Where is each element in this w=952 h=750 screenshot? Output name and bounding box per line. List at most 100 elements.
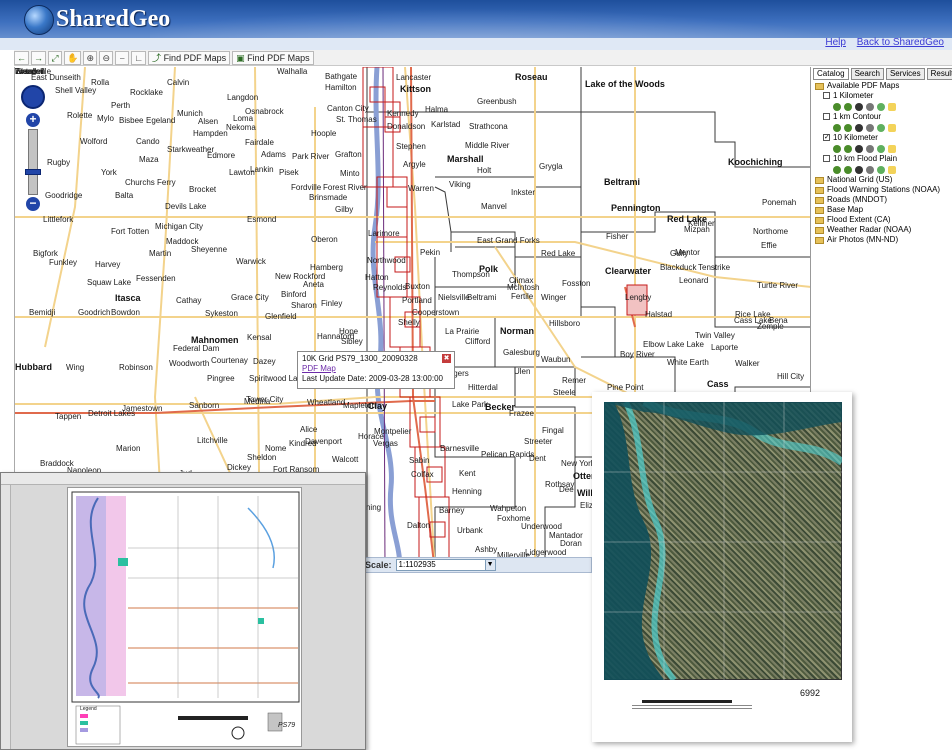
close-icon[interactable]: ✖	[442, 354, 451, 363]
move-down-icon[interactable]	[844, 123, 852, 132]
place-label: Shell Valley	[55, 86, 97, 95]
opacity-icon[interactable]	[855, 165, 863, 174]
place-label: Bathgate	[325, 72, 358, 81]
move-up-icon[interactable]	[833, 123, 841, 132]
move-down-icon[interactable]	[844, 102, 852, 111]
layer-checkbox[interactable]: ✓	[823, 134, 830, 141]
zoom-slider-handle[interactable]	[25, 169, 41, 175]
app-logo-text[interactable]: SharedGeo	[56, 6, 170, 33]
layer-folder[interactable]: Roads (MNDOT)	[811, 195, 952, 205]
place-label: Dickey	[227, 463, 252, 472]
move-down-icon[interactable]	[844, 165, 852, 174]
folder-label: Roads (MNDOT)	[827, 195, 888, 204]
zoom-in-button[interactable]: +	[26, 113, 40, 127]
panel-tabs: Catalog Search Services Results	[811, 67, 952, 81]
info-icon[interactable]	[888, 102, 896, 111]
move-down-icon[interactable]	[844, 144, 852, 153]
place-label: Brinsmade	[309, 193, 348, 202]
map-toolbar: ← → ⤢ ✋ ⊕ ⊖ ⎯ ∟ ⤴ Find PDF Maps ▣ Find P…	[14, 50, 952, 66]
move-up-icon[interactable]	[833, 165, 841, 174]
back-arrow-icon[interactable]: ←	[14, 50, 29, 65]
opacity-icon[interactable]	[855, 144, 863, 153]
layer-folder[interactable]: National Grid (US)	[811, 175, 952, 185]
place-label: Nome	[265, 444, 287, 453]
pan-control-icon[interactable]	[21, 85, 45, 109]
layer-folder[interactable]: Flood Extent (CA)	[811, 215, 952, 225]
pan-hand-icon[interactable]: ✋	[64, 50, 82, 65]
place-label: Sibley	[341, 337, 363, 346]
layer-folder[interactable]: Weather Radar (NOAA)	[811, 225, 952, 235]
place-label: Hill City	[777, 372, 805, 381]
folder-list: National Grid (US) Flood Warning Stations…	[811, 175, 952, 245]
tab-catalog[interactable]: Catalog	[813, 68, 849, 80]
back-to-sharedgeo-link[interactable]: Back to SharedGeo	[857, 37, 944, 48]
pdf-layer-row[interactable]: 1 km Contour	[811, 112, 952, 122]
place-label: Pisek	[279, 168, 299, 177]
info-icon[interactable]	[888, 123, 896, 132]
tab-services[interactable]: Services	[885, 68, 925, 80]
layer-folder[interactable]: Flood Warning Stations (NOAA)	[811, 185, 952, 195]
help-link[interactable]: Help	[825, 37, 846, 48]
transparency-icon[interactable]	[866, 144, 874, 153]
place-label: Kindred	[289, 439, 317, 448]
pdf-layer-row[interactable]: 10 km Flood Plain	[811, 154, 952, 164]
layer-checkbox[interactable]	[823, 92, 830, 99]
move-up-icon[interactable]	[833, 144, 841, 153]
map-info-popup: 10K Grid PS79_1300_20090328 PDF Map Last…	[297, 351, 455, 389]
forward-arrow-icon[interactable]: →	[31, 50, 46, 65]
find-pdf-maps-button-2[interactable]: ▣ Find PDF Maps	[232, 50, 314, 65]
place-label: Northome	[753, 227, 789, 236]
chevron-down-icon[interactable]: ▼	[484, 560, 495, 570]
info-icon[interactable]	[888, 165, 896, 174]
place-label: Laporte	[711, 343, 739, 352]
place-label: Barney	[439, 506, 465, 515]
place-label: Grygla	[539, 162, 563, 171]
place-label: Stephen	[396, 142, 426, 151]
layer-checkbox[interactable]	[823, 113, 830, 120]
transparency-icon[interactable]	[866, 165, 874, 174]
air-photo-notes-block	[622, 698, 782, 711]
zoom-to-layer-icon[interactable]	[877, 165, 885, 174]
transparency-icon[interactable]	[866, 123, 874, 132]
opacity-icon[interactable]	[855, 102, 863, 111]
layer-checkbox[interactable]	[823, 155, 830, 162]
pdf-map-link[interactable]: PDF Map	[302, 364, 336, 373]
tab-results[interactable]: Results	[926, 68, 952, 80]
folder-icon	[815, 207, 824, 214]
zoom-to-layer-icon[interactable]	[877, 123, 885, 132]
place-label: Clifford	[465, 337, 491, 346]
opacity-icon[interactable]	[855, 123, 863, 132]
measure-area-icon[interactable]: ∟	[131, 50, 147, 65]
find-pdf-maps-button-1[interactable]: ⤴ Find PDF Maps	[148, 50, 231, 65]
zoom-out-icon[interactable]: ⊖	[99, 50, 114, 65]
place-label: Bigfork	[33, 249, 58, 258]
zoom-slider-track[interactable]	[28, 129, 38, 195]
place-label: Cooperstown	[412, 308, 460, 317]
place-label: Pingree	[207, 374, 235, 383]
scale-select[interactable]: 1:1102935 ▼	[395, 559, 496, 571]
zoom-in-icon[interactable]: ⊕	[83, 50, 98, 65]
pdf-layer-row[interactable]: ✓ 10 Kilometer	[811, 133, 952, 143]
folder-available-pdf-maps[interactable]: Available PDF Maps	[811, 81, 952, 91]
place-label: Middle River	[465, 141, 510, 150]
place-label: Warwick	[236, 257, 266, 266]
place-label: Grafton	[335, 150, 362, 159]
zoom-to-layer-icon[interactable]	[877, 144, 885, 153]
place-label: Walker	[735, 359, 760, 368]
measure-line-icon[interactable]: ⎯	[115, 50, 130, 65]
place-label: Tappen	[55, 412, 82, 421]
pdf-layer-row[interactable]: 1 Kilometer	[811, 91, 952, 101]
folder-icon	[815, 217, 824, 224]
info-icon[interactable]	[888, 144, 896, 153]
full-extent-icon[interactable]: ⤢	[48, 50, 62, 65]
move-up-icon[interactable]	[833, 102, 841, 111]
layer-folder[interactable]: Base Map	[811, 205, 952, 215]
place-label: Wing	[66, 363, 85, 372]
layer-folder[interactable]: Air Photos (MN-ND)	[811, 235, 952, 245]
place-label: Goodrich	[78, 308, 111, 317]
zoom-out-button[interactable]: −	[26, 197, 40, 211]
tab-search[interactable]: Search	[850, 68, 884, 80]
folder-label: Available PDF Maps	[827, 81, 900, 90]
zoom-to-layer-icon[interactable]	[877, 102, 885, 111]
transparency-icon[interactable]	[866, 102, 874, 111]
